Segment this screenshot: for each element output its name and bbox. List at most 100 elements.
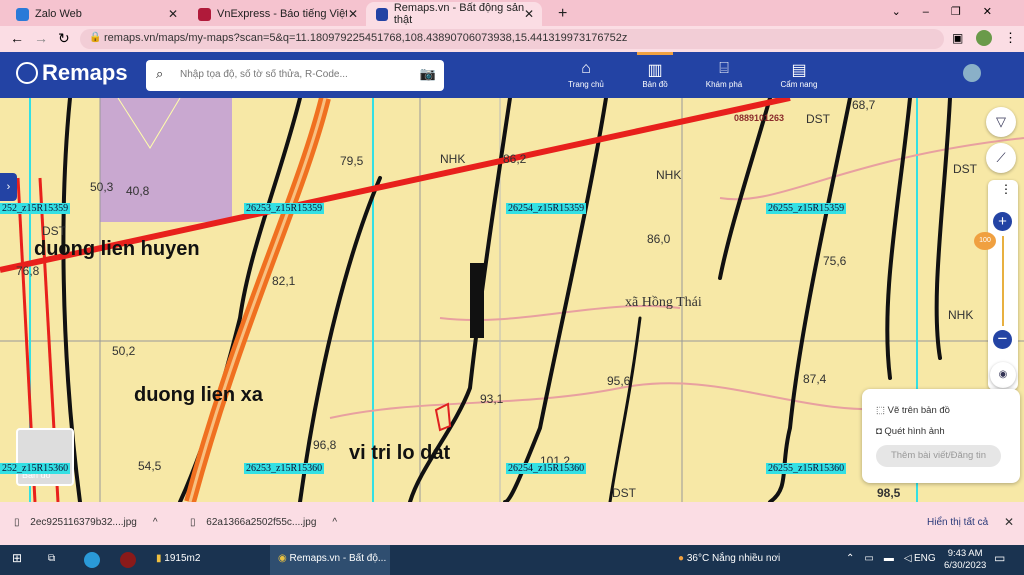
tab-label: Zalo Web	[35, 8, 82, 20]
weather-widget[interactable]: ● 36°C Nắng nhiều nơi	[678, 553, 780, 564]
site-header: Remaps ⌕ Nhập tọa độ, số tờ số thửa, R-Co…	[0, 52, 1024, 98]
purple-zone	[100, 98, 232, 222]
overlay-road-commune: duong lien xa	[134, 384, 263, 406]
downloads-bar: ▯ 2ec925116379b32....jpg ^ ▯ 62a1366a2502…	[0, 502, 1024, 545]
zoom-out-button[interactable]: −	[993, 330, 1012, 349]
reload-icon[interactable]: ↻	[58, 30, 70, 47]
map-label: 86,2	[503, 152, 527, 166]
tab-vnexpress[interactable]: VnExpress - Báo tiếng Việt nhiều✕	[188, 2, 366, 26]
camera-icon[interactable]: 📷	[420, 66, 436, 82]
parcel-code: 252_z15R15360	[0, 463, 71, 474]
map-label: 98,5	[877, 486, 901, 500]
show-all-button[interactable]: Hiển thị tất cả	[927, 517, 988, 528]
add-post-button[interactable]: Thêm bài viết/Đăng tin	[876, 445, 1001, 467]
folder-label: 1915m2	[164, 553, 201, 564]
time: 9:43 AM	[947, 548, 983, 559]
back-icon[interactable]: ←	[10, 30, 24, 46]
more-icon[interactable]: ⋮	[1000, 182, 1012, 196]
parcel-code: 26255_z15R15359	[766, 203, 847, 214]
map-label: DST	[953, 162, 977, 176]
map-label: 76,8	[16, 264, 40, 278]
task-view-icon[interactable]: ⧉	[48, 553, 55, 564]
language-indicator[interactable]: ENG	[914, 553, 936, 564]
remaps-logo[interactable]: Remaps	[16, 60, 128, 86]
chevron-up-icon[interactable]: ^	[153, 517, 158, 528]
sidebar-icon[interactable]: ▣	[952, 31, 963, 45]
map-icon: ▥	[647, 62, 663, 79]
nav-label: Cẩm nang	[780, 80, 818, 89]
overlay-parcel-location: vi tri lo dat	[349, 442, 451, 464]
item-label: Quét hình ảnh	[884, 426, 945, 437]
zoom-slider-track[interactable]	[1002, 236, 1004, 326]
nav-map[interactable]: ▥ Bản đồ	[625, 52, 685, 89]
close-tab-icon[interactable]: ✕	[348, 7, 358, 21]
search-icon: ⌕	[156, 66, 164, 81]
nav-explore[interactable]: ⌸ Khám phá	[694, 60, 754, 89]
expand-sidebar-icon[interactable]: ›	[0, 173, 17, 201]
action-popup: ⬚ Vẽ trên bản đồ ◘ Quét hình ảnh Thêm bà…	[862, 389, 1020, 483]
new-tab-button[interactable]: +	[548, 2, 577, 26]
clock[interactable]: 9:43 AM 6/30/2023	[944, 548, 986, 572]
window-controls[interactable]: ⌄–❐✕	[892, 5, 1014, 18]
commune-label: xã Hồng Thái	[625, 295, 702, 310]
lock-icon: 🔒	[89, 32, 102, 43]
chevron-up-icon[interactable]: ^	[332, 517, 337, 528]
taskbar: ⊞ ⧉ ▮ 1915m2 ◉ Remaps.vn - Bất độ... ● 3…	[0, 545, 1024, 575]
tab-remaps[interactable]: Remaps.vn - Bất động sản thật ✕	[366, 2, 542, 26]
edge-icon[interactable]	[84, 552, 100, 568]
zoom-slider-handle[interactable]: 100	[974, 232, 996, 250]
parcel-code: 26254_z15R15360	[506, 463, 587, 474]
logo-pin-icon	[16, 62, 38, 84]
zoom-in-button[interactable]: +	[993, 212, 1012, 231]
parcel-marker[interactable]	[434, 402, 452, 432]
map-label: NHK	[656, 168, 682, 182]
map-label: 50,2	[112, 344, 136, 358]
draw-icon: ⬚	[876, 405, 888, 416]
nav-home[interactable]: ⌂ Trang chủ	[556, 60, 616, 89]
map-label: 95,6	[607, 374, 631, 388]
profile-avatar[interactable]	[976, 30, 992, 46]
map-label: 40,8	[126, 184, 150, 198]
store-icon: ⌸	[719, 60, 729, 77]
forward-icon[interactable]: →	[34, 30, 48, 46]
download-item[interactable]: ▯ 2ec925116379b32....jpg ^	[14, 517, 158, 528]
map-label: 87,4	[803, 372, 827, 386]
close-downloads-icon[interactable]: ✕	[1004, 515, 1014, 529]
phone-label: 0889101263	[734, 113, 785, 123]
close-tab-icon[interactable]: ✕	[168, 7, 178, 21]
basemap-toggle[interactable]: Bản đồ	[16, 428, 74, 486]
taskbar-folder[interactable]: ▮ 1915m2	[156, 553, 200, 564]
notification-icon[interactable]: ▭	[994, 551, 1005, 565]
logo-text: Remaps	[42, 60, 128, 85]
close-tab-icon[interactable]: ✕	[524, 7, 534, 21]
date: 6/30/2023	[944, 560, 987, 571]
url-input[interactable]: 🔒 remaps.vn/maps/my-maps?scan=5&q=11.1809…	[80, 29, 944, 49]
download-item[interactable]: ▯ 62a1366a2502f55c....jpg ^	[190, 517, 337, 528]
nav-handbook[interactable]: ▤ Cẩm nang	[769, 60, 829, 89]
taskbar-chrome[interactable]: ◉ Remaps.vn - Bất độ...	[270, 545, 390, 575]
windows-start-icon[interactable]: ⊞	[12, 551, 22, 565]
active-indicator	[637, 52, 673, 55]
ruler-icon[interactable]: ⟋	[986, 143, 1016, 173]
map-label: DST	[612, 486, 636, 500]
tab-zalo[interactable]: Zalo Web ✕	[6, 2, 186, 26]
filter-icon[interactable]: ▽	[986, 107, 1016, 137]
nav-label: Trang chủ	[568, 80, 604, 89]
search-input[interactable]: ⌕ Nhập tọa độ, số tờ số thửa, R-Code... 📷	[146, 60, 444, 91]
chrome-icon: ◉	[278, 553, 290, 564]
map-label: 75,6	[823, 254, 847, 268]
locate-icon[interactable]: ◉	[990, 362, 1016, 388]
menu-icon[interactable]: ⋮	[1004, 30, 1017, 46]
app-icon[interactable]	[120, 552, 136, 568]
tray-icons[interactable]: ⌃▭▬◁	[846, 553, 922, 564]
parcel-code: 26255_z15R15360	[766, 463, 847, 474]
draw-on-map-item[interactable]: ⬚ Vẽ trên bản đồ	[876, 405, 950, 416]
map-label: 93,1	[480, 392, 504, 406]
url-text: remaps.vn/maps/my-maps?scan=5&q=11.18097…	[104, 32, 628, 44]
map-label: NHK	[440, 152, 466, 166]
map-label: 79,5	[340, 154, 364, 168]
map-label: 86,0	[647, 232, 671, 246]
chrome-label: Remaps.vn - Bất độ...	[289, 553, 387, 564]
user-avatar[interactable]	[963, 64, 981, 82]
scan-image-item[interactable]: ◘ Quét hình ảnh	[876, 426, 945, 437]
